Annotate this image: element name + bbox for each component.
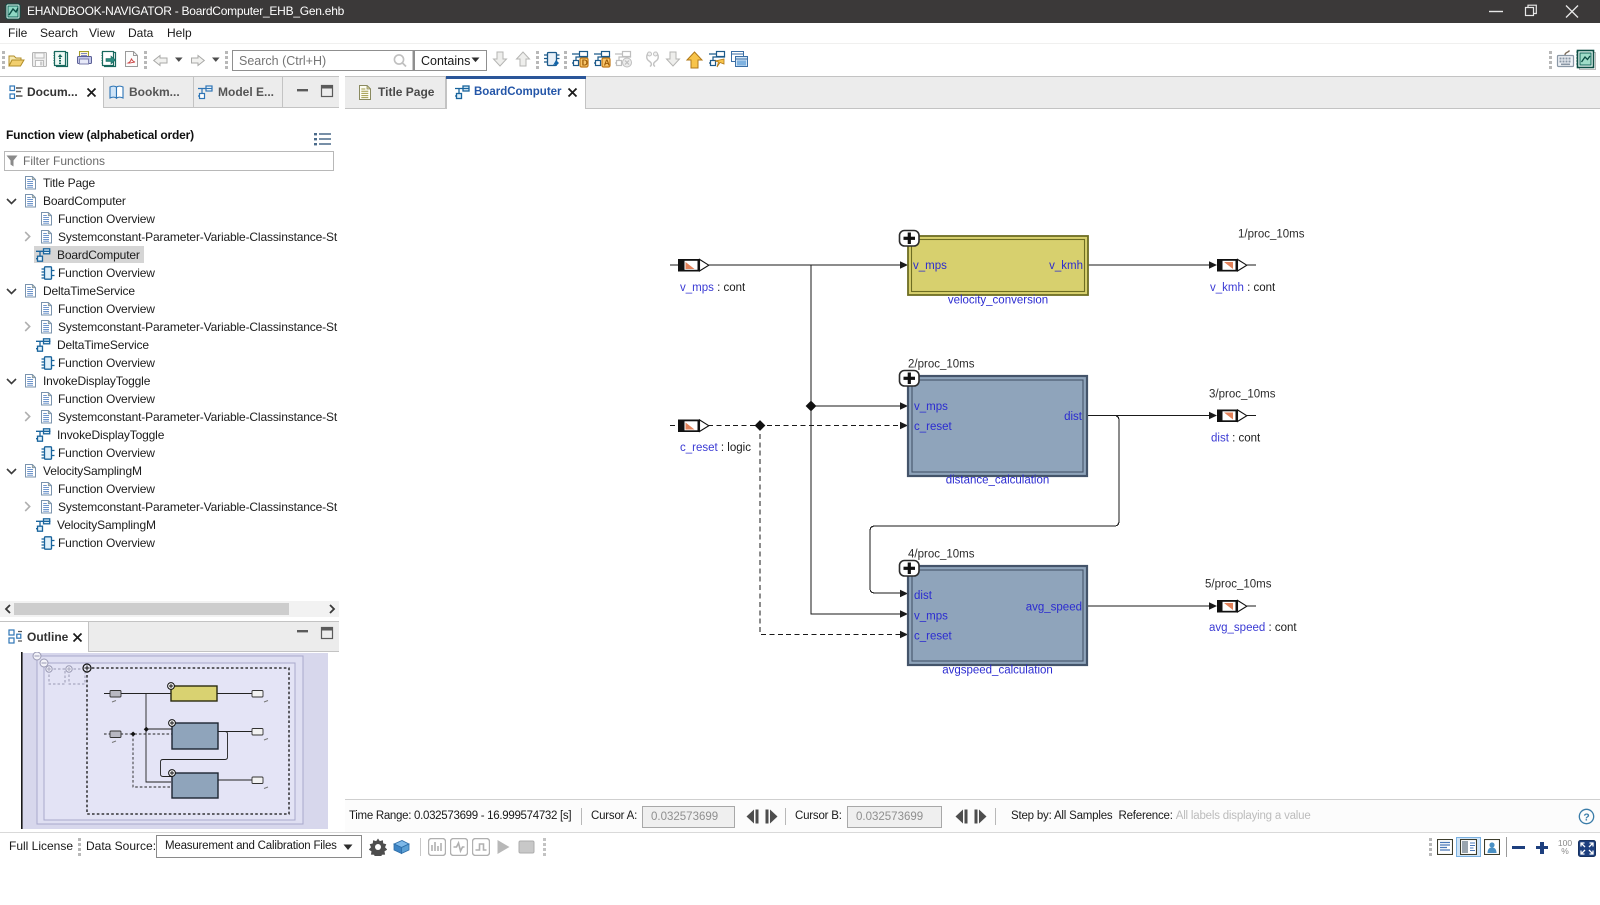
svg-text:dist : cont: dist : cont [1211, 433, 1261, 445]
svg-text:avg_speed : cont: avg_speed : cont [1209, 622, 1297, 634]
svg-text:avg_speed: avg_speed [1026, 602, 1082, 614]
svg-text:Contains: Contains [421, 54, 470, 68]
svg-text:dist: dist [1064, 411, 1083, 423]
svg-text:2/proc_10ms: 2/proc_10ms [908, 359, 975, 371]
svg-text:5/proc_10ms: 5/proc_10ms [1205, 579, 1272, 591]
svg-text:v_mps: v_mps [914, 611, 948, 623]
svg-text:dist: dist [914, 590, 933, 602]
svg-text:v_kmh : cont: v_kmh : cont [1210, 282, 1276, 294]
svg-text:v_mps: v_mps [914, 401, 948, 413]
svg-text:c_reset: c_reset [914, 421, 953, 433]
svg-text:1/proc_10ms: 1/proc_10ms [1238, 229, 1305, 241]
svg-text:v_mps : cont: v_mps : cont [680, 282, 746, 294]
svg-text:c_reset: c_reset [914, 631, 953, 643]
svg-text:D: D [582, 58, 588, 68]
svg-text:Search (Ctrl+H): Search (Ctrl+H) [239, 54, 326, 68]
svg-text:3/proc_10ms: 3/proc_10ms [1209, 389, 1276, 401]
svg-text:v_mps: v_mps [913, 260, 947, 272]
svg-text:4/proc_10ms: 4/proc_10ms [908, 549, 975, 561]
svg-text:A: A [604, 58, 610, 68]
svg-text:c_reset : logic: c_reset : logic [680, 442, 751, 454]
svg-text:v_kmh: v_kmh [1049, 260, 1083, 272]
svg-text:distance_calculation: distance_calculation [946, 475, 1050, 487]
svg-text:avgspeed_calculation: avgspeed_calculation [942, 665, 1053, 677]
svg-text:?: ? [1583, 812, 1589, 823]
svg-text:velocity_conversion: velocity_conversion [948, 295, 1048, 307]
